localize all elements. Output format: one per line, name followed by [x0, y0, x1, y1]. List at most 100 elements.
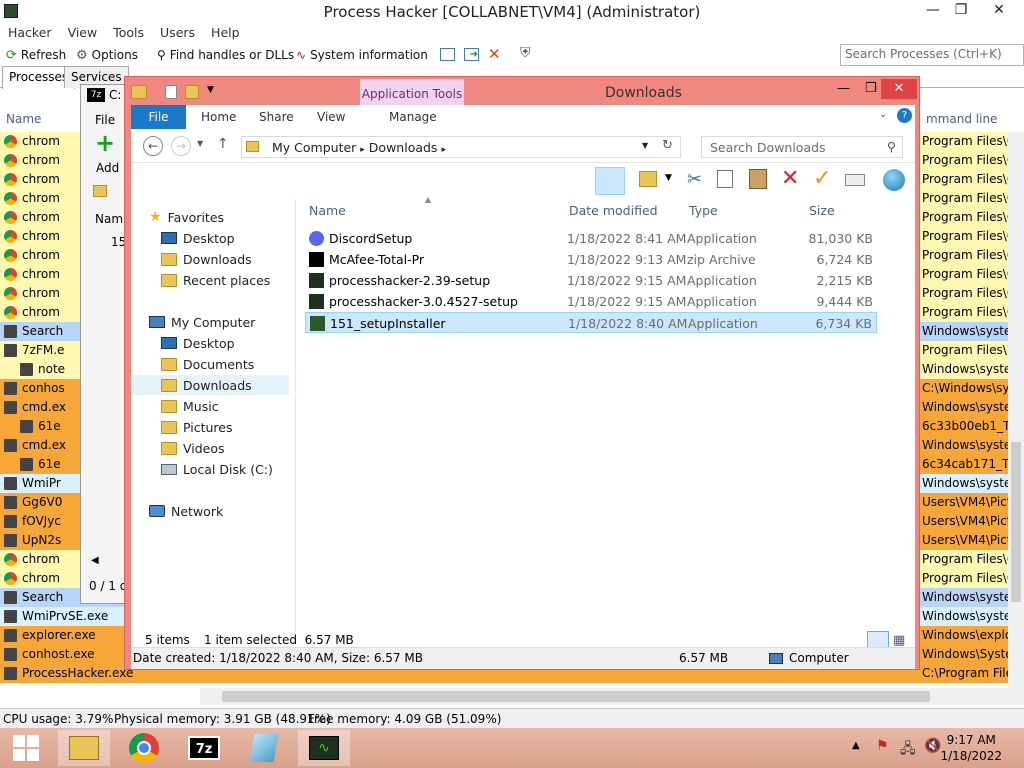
scroll-left-icon[interactable]: ◀ [91, 555, 99, 566]
menu-file[interactable]: File [95, 113, 115, 127]
column-name[interactable]: Name [309, 203, 346, 218]
shield-icon[interactable]: ⛨ [520, 45, 531, 61]
file-name: DiscordSetup [329, 231, 413, 246]
start-button[interactable] [0, 730, 52, 766]
delete-icon[interactable]: ✕ [781, 166, 799, 191]
nav-item-my-computer[interactable]: My Computer [131, 312, 289, 332]
taskbar-7zip[interactable]: 7z [178, 730, 230, 766]
cut-icon[interactable]: ✂ [687, 169, 702, 190]
menu-users[interactable]: Users [160, 24, 195, 42]
menu-tools[interactable]: Tools [113, 24, 144, 42]
search-processes-input[interactable]: Search Processes (Ctrl+K) [840, 44, 1024, 66]
taskbar-process-hacker[interactable]: ∿ [298, 730, 350, 766]
back-button[interactable]: ← [143, 136, 163, 156]
taskbar-file-explorer[interactable] [58, 730, 110, 766]
explorer-window[interactable]: ▼ Application Tools Downloads — ❐ ✕ File… [124, 76, 920, 670]
folder-options-icon[interactable] [639, 171, 657, 187]
process-icon [4, 667, 17, 680]
expand-ribbon-icon[interactable]: ⌄ [879, 109, 887, 120]
horizontal-scrollbar[interactable] [200, 688, 1024, 705]
add-button[interactable]: Add [96, 161, 119, 175]
sevenzip-name-column[interactable]: Nam [95, 212, 123, 226]
nav-item-music[interactable]: Music [131, 396, 289, 416]
nav-item-videos[interactable]: Videos [131, 438, 289, 458]
refresh-button[interactable]: ⟳ Refresh [6, 46, 66, 64]
nav-item-downloads[interactable]: Downloads [131, 375, 289, 395]
options-button[interactable]: ⚙ Options [76, 46, 138, 64]
nav-item-favorites[interactable]: ★ Favorites [131, 207, 289, 227]
nav-item-documents[interactable]: Documents [131, 354, 289, 374]
quick-access-dropdown-icon[interactable]: ▼ [207, 85, 214, 95]
address-dropdown-icon[interactable]: ▼ [642, 141, 648, 150]
refresh-icon[interactable]: ↻ [662, 138, 673, 153]
file-row[interactable]: 151_setupInstaller 1/18/2022 8:40 AM Appli… [305, 312, 877, 333]
taskbar-chrome[interactable] [118, 730, 170, 766]
nav-item-desktop[interactable]: Desktop [131, 333, 289, 353]
file-row[interactable]: McAfee-Total-Pr 1/18/2022 9:13 AM zip Arch… [305, 249, 877, 270]
close-button[interactable]: ✕ [984, 2, 1014, 18]
large-icons-view-button[interactable]: ▦ [893, 633, 905, 648]
search-downloads-input[interactable]: Search Downloads ⚲ [701, 136, 903, 158]
new-folder-icon[interactable] [185, 85, 199, 99]
find-handles-button[interactable]: ⚲ Find handles or DLLs [157, 46, 294, 64]
nav-item-recent-places[interactable]: Recent places [131, 270, 289, 290]
tray-overflow-icon[interactable]: ▲ [852, 740, 860, 751]
up-button[interactable]: ↑ [217, 136, 229, 152]
col-name[interactable]: Name [6, 112, 41, 126]
terminate-icon[interactable]: ✕ [488, 45, 501, 63]
options-dropdown-icon[interactable]: ▼ [665, 173, 672, 183]
explorer-minimize-button[interactable]: — [837, 81, 850, 96]
window-icon[interactable] [440, 48, 455, 61]
help-icon[interactable]: ? [897, 108, 912, 123]
col-command-line[interactable]: mmand line [926, 112, 997, 126]
nav-item-local-disk-c[interactable]: Local Disk (C:) [131, 459, 289, 479]
file-name: 151_setupInstaller [330, 316, 446, 331]
minimize-button[interactable]: — [918, 2, 948, 18]
explorer-maximize-button[interactable]: ❐ [865, 81, 877, 96]
column-size[interactable]: Size [809, 203, 835, 218]
nav-item-network[interactable]: Network [131, 501, 289, 521]
recent-locations-icon[interactable]: ▼ [197, 139, 203, 148]
column-type[interactable]: Type [689, 203, 718, 218]
menu-view[interactable]: View [68, 24, 98, 42]
file-row[interactable]: DiscordSetup 1/18/2022 8:41 AM Application… [305, 228, 877, 249]
process-icon [4, 591, 17, 604]
copy-icon[interactable] [717, 170, 733, 188]
tab-manage[interactable]: Manage [389, 110, 437, 124]
file-row[interactable]: processhacker-2.39-setup 1/18/2022 9:15 A… [305, 270, 877, 291]
volume-icon[interactable]: 🔇 [924, 738, 941, 754]
nav-item-pictures[interactable]: Pictures [131, 417, 289, 437]
check-icon[interactable]: ✓ [813, 166, 831, 191]
vertical-scrollbar[interactable] [1008, 132, 1024, 688]
network-flag-icon[interactable]: ⚑ [876, 738, 889, 754]
add-icon[interactable]: + [95, 131, 115, 155]
breadcrumb-downloads[interactable]: Downloads [369, 140, 438, 155]
globe-icon[interactable] [883, 169, 905, 191]
system-information-button[interactable]: ∿ System information [296, 46, 428, 64]
file-row[interactable]: processhacker-3.0.4527-setup 1/18/2022 9:… [305, 291, 877, 312]
preview-pane-button[interactable] [595, 167, 625, 195]
paste-icon[interactable] [749, 169, 767, 189]
tab-home[interactable]: Home [201, 110, 236, 124]
taskbar-notepad[interactable] [238, 730, 290, 766]
menu-help[interactable]: Help [211, 24, 240, 42]
breadcrumb-my-computer[interactable]: My Computer [272, 140, 356, 155]
maximize-button[interactable]: ❐ [946, 2, 976, 18]
properties-icon[interactable] [165, 85, 177, 99]
tab-share[interactable]: Share [259, 110, 294, 124]
clock[interactable]: 9:17 AM 1/18/2022 [940, 732, 1002, 764]
explorer-close-button[interactable]: ✕ [881, 79, 917, 99]
forward-button[interactable]: → [171, 136, 191, 156]
find-window-icon[interactable]: ➜ [464, 48, 479, 61]
address-field[interactable]: My Computer ▸ Downloads ▸ ▼ ↻ [241, 136, 681, 158]
details-location: Computer [789, 651, 849, 665]
rename-icon[interactable] [845, 174, 865, 186]
tab-view[interactable]: View [317, 110, 345, 124]
tab-file[interactable]: File [131, 105, 186, 129]
menu-hacker[interactable]: Hacker [8, 24, 52, 42]
up-folder-icon[interactable] [93, 185, 107, 197]
network-icon[interactable]: 🖧 [900, 738, 916, 762]
nav-item-desktop[interactable]: Desktop [131, 228, 289, 248]
column-date-modified[interactable]: Date modified [569, 203, 658, 218]
nav-item-downloads[interactable]: Downloads [131, 249, 289, 269]
